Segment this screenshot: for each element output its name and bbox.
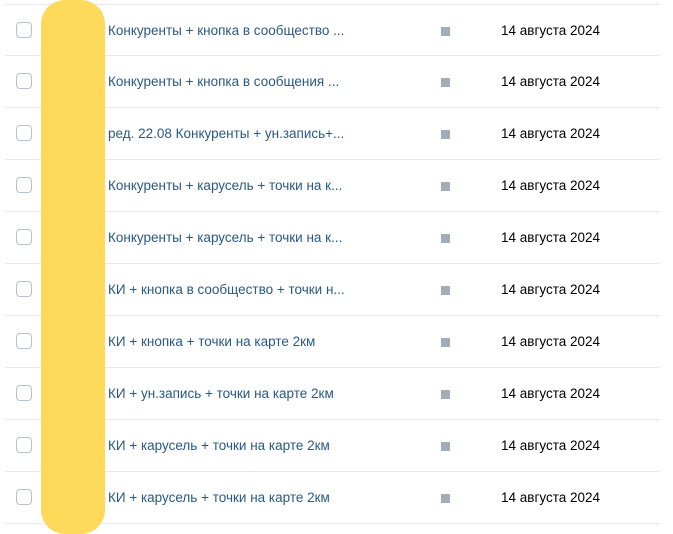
ad-name-link[interactable]: ред. 22.08 Конкуренты + ун.запись+... (108, 108, 344, 160)
ad-date: 14 августа 2024 (501, 74, 601, 89)
ad-date: 14 августа 2024 (501, 178, 601, 193)
checkbox-icon[interactable] (16, 333, 32, 349)
checkbox-icon[interactable] (16, 489, 32, 505)
ad-date: 14 августа 2024 (501, 334, 601, 349)
ad-name-link[interactable]: КИ + ун.запись + точки на карте 2км (108, 368, 334, 420)
status-square-icon (441, 494, 450, 503)
ad-date: 14 августа 2024 (501, 490, 601, 505)
ad-name-link[interactable]: КИ + кнопка + точки на карте 2км (108, 316, 315, 368)
checkbox-icon[interactable] (16, 229, 32, 245)
checkbox-icon[interactable] (16, 22, 32, 38)
ad-name-link[interactable]: Конкуренты + карусель + точки на к... (108, 212, 342, 264)
ad-name-link[interactable]: КИ + карусель + точки на карте 2км (108, 420, 330, 472)
ad-date: 14 августа 2024 (501, 386, 601, 401)
ad-date: 14 августа 2024 (501, 230, 601, 245)
status-square-icon (441, 442, 450, 451)
ad-date: 14 августа 2024 (501, 23, 601, 38)
ad-date: 14 августа 2024 (501, 282, 601, 297)
checkbox-icon[interactable] (16, 177, 32, 193)
checkbox-icon[interactable] (16, 281, 32, 297)
status-square-icon (441, 130, 450, 139)
redaction-overlay (41, 0, 105, 534)
status-square-icon (441, 234, 450, 243)
status-square-icon (441, 78, 450, 87)
ad-name-link[interactable]: Конкуренты + кнопка в сообщество ... (108, 5, 344, 57)
ad-name-link[interactable]: КИ + карусель + точки на карте 2км (108, 472, 330, 524)
checkbox-icon[interactable] (16, 125, 32, 141)
status-square-icon (441, 390, 450, 399)
checkbox-icon[interactable] (16, 385, 32, 401)
status-square-icon (441, 286, 450, 295)
checkbox-icon[interactable] (16, 73, 32, 89)
ad-date: 14 августа 2024 (501, 438, 601, 453)
checkbox-icon[interactable] (16, 437, 32, 453)
ad-name-link[interactable]: КИ + кнопка в сообщество + точки н... (108, 264, 345, 316)
status-square-icon (441, 27, 450, 36)
ad-name-link[interactable]: Конкуренты + карусель + точки на к... (108, 160, 342, 212)
status-square-icon (441, 338, 450, 347)
ad-date: 14 августа 2024 (501, 126, 601, 141)
ad-name-link[interactable]: Конкуренты + кнопка в сообщения ... (108, 56, 339, 108)
status-square-icon (441, 182, 450, 191)
